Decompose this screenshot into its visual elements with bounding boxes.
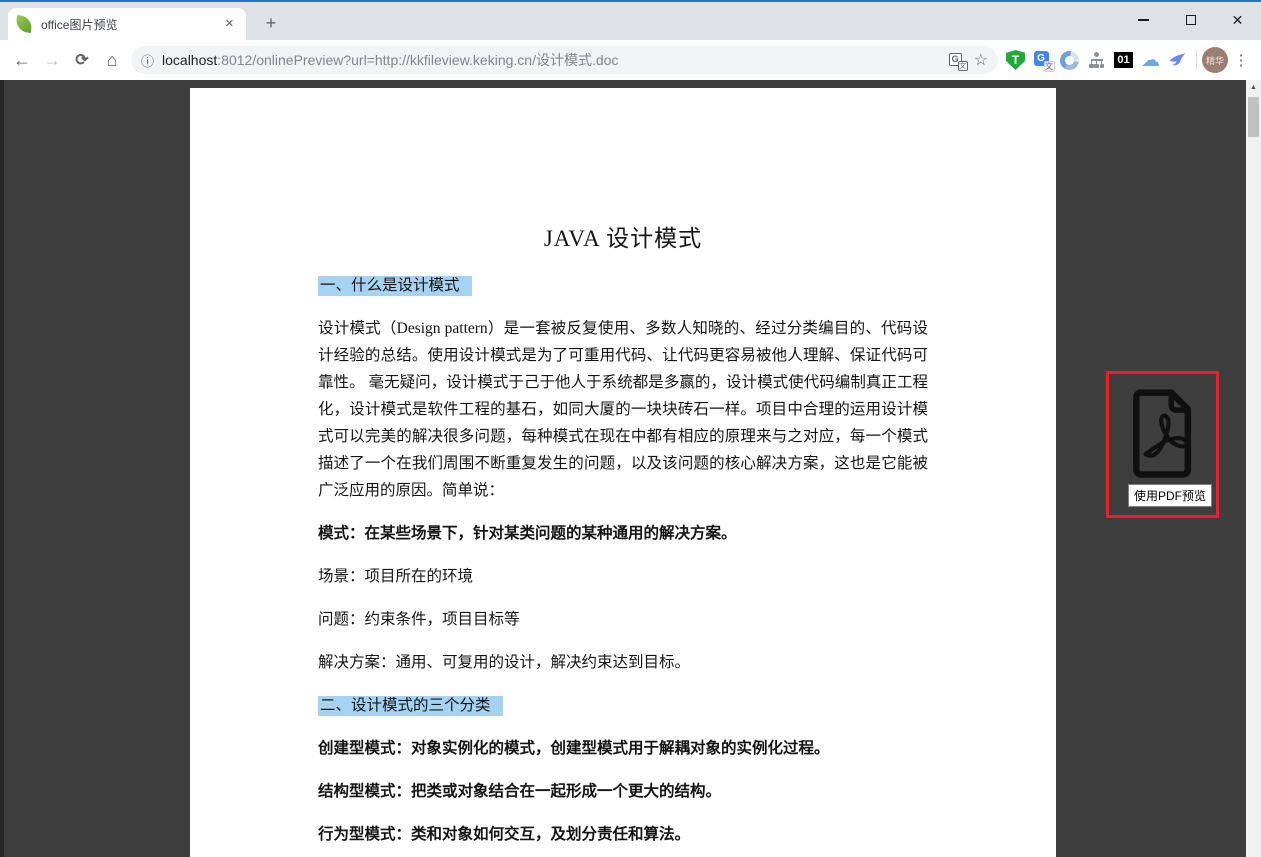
pdf-file-icon [1117, 386, 1209, 482]
extension-cloud-button[interactable]: ☁ [1137, 45, 1164, 75]
minimize-button[interactable] [1120, 0, 1167, 40]
extension-01-button[interactable]: 01 [1110, 45, 1137, 75]
spring-leaf-favicon-icon [15, 15, 33, 33]
window-controls: ✕ [1120, 0, 1261, 40]
url-host: localhost [162, 52, 217, 68]
extension-sitemap-button[interactable] [1083, 45, 1110, 75]
org-chart-icon [1089, 52, 1105, 68]
page-info-icon[interactable]: ⓘ [141, 51, 154, 70]
doc-block-heading: 二、设计模式的三个分类 [318, 692, 928, 719]
translate-page-icon[interactable]: G 文 [949, 53, 964, 68]
back-button[interactable]: ← [7, 45, 37, 75]
doc-block-normal: 场景：项目所在的环境 [318, 563, 928, 590]
blue-bird-icon [1168, 50, 1188, 70]
close-window-button[interactable]: ✕ [1214, 0, 1261, 40]
doc-block-heading: 一、什么是设计模式 [318, 272, 928, 299]
profile-avatar[interactable]: 精华 [1202, 47, 1228, 73]
doc-block-bold: 创建型模式：对象实例化的模式，创建型模式用于解耦对象的实例化过程。 [318, 735, 928, 762]
translate-ext-wen-glyph: 文 [1044, 61, 1055, 72]
doc-block-paragraph: 设计模式（Design pattern）是一套被反复使用、多数人知晓的、经过分类… [318, 315, 928, 504]
url-rest: :8012/onlinePreview?url=http://kkfilevie… [217, 52, 618, 68]
minimize-icon [1138, 19, 1149, 21]
forward-button[interactable]: → [37, 45, 67, 75]
reload-icon: ⟳ [75, 50, 88, 70]
pdf-preview-label[interactable]: 使用PDF预览 [1128, 484, 1212, 507]
doc-block-normal: 解决方案：通用、可复用的设计，解决约束达到目标。 [318, 649, 928, 676]
extension-proxy-button[interactable] [1056, 45, 1083, 75]
tab-strip: office图片预览 ✕ + ✕ [0, 2, 1261, 40]
doc-block-bold: 行为型模式：类和对象如何交互，及划分责任和算法。 [318, 821, 928, 848]
preview-viewport: JAVA 设计模式一、什么是设计模式设计模式（Design pattern）是一… [0, 80, 1261, 857]
translate-extension-icon: G 文 [1034, 51, 1052, 69]
doc-block-title: JAVA 设计模式 [318, 224, 928, 254]
maximize-icon [1186, 15, 1196, 25]
browser-toolbar: ← → ⟳ ⌂ ⓘ localhost:8012/onlinePreview?u… [0, 40, 1261, 80]
reload-button[interactable]: ⟳ [67, 45, 97, 75]
highlighted-heading: 一、什么是设计模式 [318, 276, 472, 296]
green-shield-icon: T [1006, 50, 1025, 70]
new-tab-button[interactable]: + [258, 11, 284, 37]
tab-title: office图片预览 [41, 16, 221, 33]
scrollbar-thumb[interactable] [1248, 97, 1259, 137]
highlighted-heading: 二、设计模式的三个分类 [318, 696, 503, 716]
address-bar[interactable]: ⓘ localhost:8012/onlinePreview?url=http:… [131, 46, 998, 74]
badge-01-icon: 01 [1114, 52, 1133, 68]
extension-translate-button[interactable]: G 文 [1029, 45, 1056, 75]
toolbar-separator [1196, 50, 1197, 70]
doc-content: JAVA 设计模式一、什么是设计模式设计模式（Design pattern）是一… [318, 224, 928, 857]
bookmark-star-icon[interactable]: ☆ [974, 50, 988, 70]
swirl-circle-icon [1060, 51, 1079, 70]
browser-window: office图片预览 ✕ + ✕ ← → ⟳ ⌂ ⓘ localhost:801… [0, 0, 1261, 857]
doc-block-normal: 问题：约束条件，项目目标等 [318, 606, 928, 633]
document-page: JAVA 设计模式一、什么是设计模式设计模式（Design pattern）是一… [190, 88, 1056, 857]
extension-thunder-button[interactable] [1164, 45, 1191, 75]
doc-block-bold: 结构型模式：把类或对象结合在一起形成一个更大的结构。 [318, 778, 928, 805]
browser-menu-button[interactable]: ⋮ [1228, 45, 1254, 75]
maximize-button[interactable] [1167, 0, 1214, 40]
vertical-scrollbar[interactable]: ▲ [1246, 80, 1261, 857]
browser-tab[interactable]: office图片预览 ✕ [8, 8, 246, 40]
tab-close-icon[interactable]: ✕ [221, 16, 238, 33]
blue-cloud-icon: ☁ [1141, 51, 1160, 70]
scroll-up-arrow-icon[interactable]: ▲ [1246, 80, 1261, 95]
pdf-preview-button[interactable]: 使用PDF预览 [1106, 371, 1219, 518]
url-text: localhost:8012/onlinePreview?url=http://… [162, 50, 939, 70]
home-button[interactable]: ⌂ [97, 45, 127, 75]
doc-block-bold: 模式：在某些场景下，针对某类问题的某种通用的解决方案。 [318, 520, 928, 547]
close-icon: ✕ [1232, 13, 1244, 27]
translate-wen-glyph: 文 [958, 61, 968, 71]
extension-green-shield-button[interactable]: T [1002, 45, 1029, 75]
